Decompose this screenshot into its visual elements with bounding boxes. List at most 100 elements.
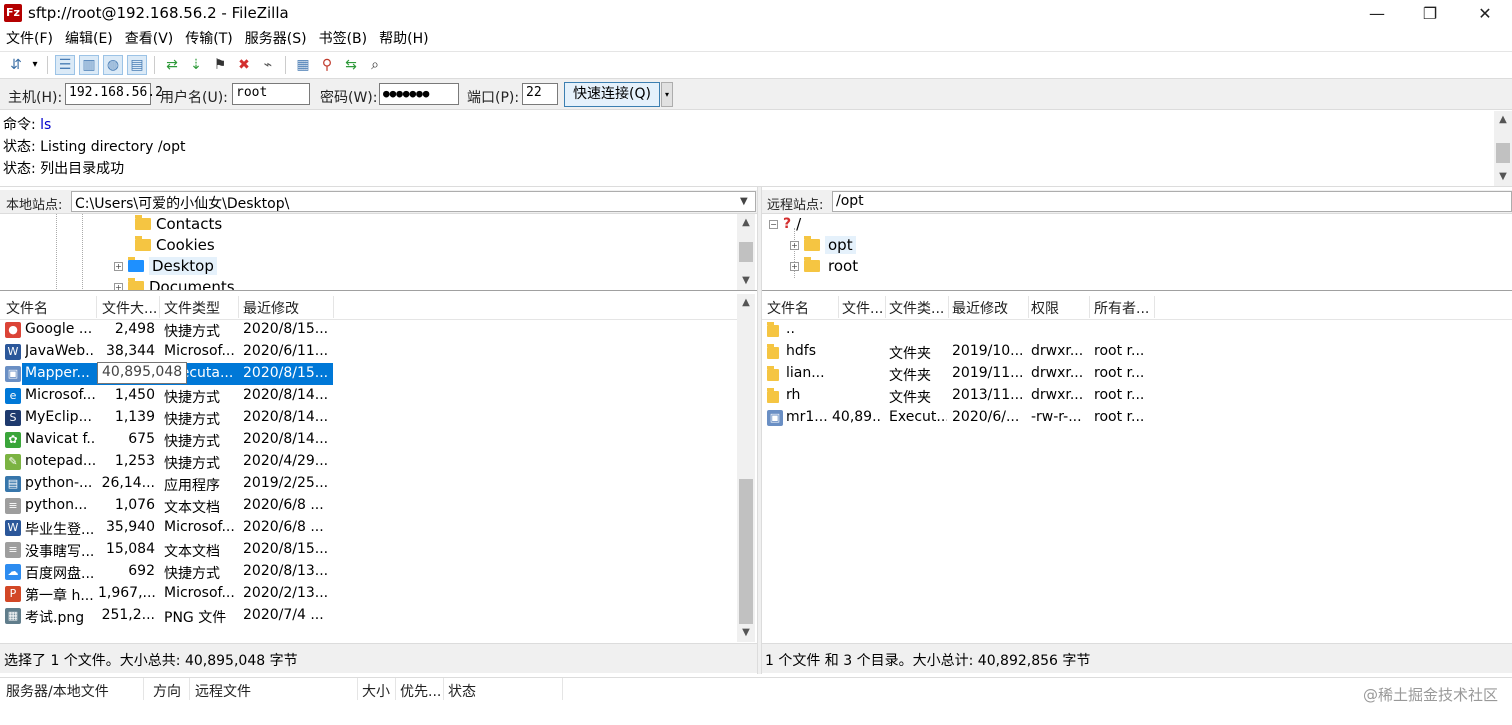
local-list-scrollbar[interactable]: ▲ ▼ xyxy=(737,294,755,642)
table-row[interactable]: ☁ 百度网盘... 692 快捷方式 2020/8/13... xyxy=(0,561,333,583)
menu-transfer[interactable]: 传输(T) xyxy=(179,28,238,50)
column-header-owner[interactable]: 所有者... xyxy=(1094,298,1154,318)
menu-bookmarks[interactable]: 书签(B) xyxy=(313,28,374,50)
scroll-thumb[interactable] xyxy=(739,479,753,624)
filter-icon[interactable]: ▦ xyxy=(293,55,313,75)
table-row[interactable]: ✿ Navicat f... 675 快捷方式 2020/8/14... xyxy=(0,429,333,451)
table-row[interactable]: e Microsof... 1,450 快捷方式 2020/8/14... xyxy=(0,385,333,407)
compare-icon[interactable]: ⚲ xyxy=(317,55,337,75)
queue-header-direction[interactable]: 方向 xyxy=(153,681,181,701)
menu-server[interactable]: 服务器(S) xyxy=(239,28,313,50)
scroll-down-icon[interactable]: ▼ xyxy=(737,624,755,642)
toggle-remote-tree-icon[interactable]: ◍ xyxy=(103,54,123,75)
column-separator[interactable] xyxy=(357,678,358,700)
tree-item-root-dir[interactable]: − ? / xyxy=(769,215,801,233)
expand-icon[interactable]: + xyxy=(790,261,799,271)
column-separator[interactable] xyxy=(1028,296,1029,318)
scroll-thumb[interactable] xyxy=(1496,143,1510,163)
table-row[interactable]: rh 文件夹 2013/11... drwxr... root r... xyxy=(762,385,1154,407)
column-separator[interactable] xyxy=(96,296,97,318)
minimize-button[interactable]: — xyxy=(1352,0,1402,28)
table-row[interactable]: W 毕业生登... 35,940 Microsof... 2020/6/8 ... xyxy=(0,517,333,539)
table-row[interactable]: hdfs 文件夹 2019/10... drwxr... root r... xyxy=(762,341,1154,363)
collapse-icon[interactable]: − xyxy=(769,219,778,229)
local-path-input[interactable]: C:\Users\可爱的小仙女\Desktop\ xyxy=(71,191,756,212)
process-queue-icon[interactable]: ⇣ xyxy=(186,55,206,75)
table-row[interactable]: .. xyxy=(762,319,1154,341)
queue-header-status[interactable]: 状态 xyxy=(448,681,476,701)
table-row[interactable]: ▣ mr1... 40,89... Execut... 2020/6/... -rw-r-… xyxy=(762,407,1154,429)
column-header-size[interactable]: 文件... xyxy=(842,298,884,318)
cancel-icon[interactable]: ✖ xyxy=(234,55,254,75)
column-separator[interactable] xyxy=(395,678,396,700)
scroll-up-icon[interactable]: ▲ xyxy=(737,294,755,312)
site-manager-icon[interactable]: ⇵ xyxy=(6,55,26,75)
queue-header-remote-file[interactable]: 远程文件 xyxy=(195,681,251,701)
search-icon[interactable]: ⌕ xyxy=(365,55,385,75)
table-row[interactable]: ▤ python-... 26,14... 应用程序 2019/2/25... xyxy=(0,473,333,495)
menu-help[interactable]: 帮助(H) xyxy=(373,28,434,50)
column-separator[interactable] xyxy=(238,296,239,318)
tree-item-contacts[interactable]: Contacts xyxy=(135,215,222,233)
local-tree-scrollbar[interactable]: ▲ ▼ xyxy=(737,214,755,290)
column-header-modified[interactable]: 最近修改 xyxy=(952,298,1028,318)
tree-item-root[interactable]: + root xyxy=(790,257,861,275)
expand-icon[interactable]: + xyxy=(114,282,123,290)
sync-browse-icon[interactable]: ⇆ xyxy=(341,55,361,75)
column-header-permissions[interactable]: 权限 xyxy=(1031,298,1089,318)
log-scrollbar[interactable]: ▲ ▼ xyxy=(1494,111,1512,186)
table-row[interactable]: W JavaWeb... 38,344 Microsof... 2020/6/11... xyxy=(0,341,333,363)
tree-item-desktop[interactable]: + Desktop xyxy=(114,257,217,275)
column-separator[interactable] xyxy=(189,678,190,700)
queue-header-size[interactable]: 大小 xyxy=(362,681,390,701)
queue-header-local-file[interactable]: 服务器/本地文件 xyxy=(6,681,109,701)
disconnect-icon[interactable]: ⌁ xyxy=(258,55,278,75)
table-row[interactable]: S MyEclip... 1,139 快捷方式 2020/8/14... xyxy=(0,407,333,429)
column-separator[interactable] xyxy=(159,296,160,318)
scroll-down-icon[interactable]: ▼ xyxy=(737,272,755,290)
column-separator[interactable] xyxy=(143,678,144,700)
password-input[interactable]: ●●●●●●● xyxy=(379,83,459,105)
chevron-down-icon[interactable]: ▼ xyxy=(740,196,748,207)
scroll-up-icon[interactable]: ▲ xyxy=(737,214,755,232)
column-header-type[interactable]: 文件类... xyxy=(889,298,947,318)
column-header-filename[interactable]: 文件名 xyxy=(6,298,94,318)
column-separator[interactable] xyxy=(885,296,886,318)
column-header-modified[interactable]: 最近修改 xyxy=(243,298,331,318)
close-button[interactable]: ✕ xyxy=(1460,0,1510,28)
table-row[interactable]: ▦ 考试.png 251,2... PNG 文件 2020/7/4 ... xyxy=(0,605,333,627)
table-row[interactable]: ≡ 没事瞎写... 15,084 文本文档 2020/8/15... xyxy=(0,539,333,561)
table-row[interactable]: P 第一章 h... 1,967,... Microsof... 2020/2/13..… xyxy=(0,583,333,605)
tree-item-cookies[interactable]: Cookies xyxy=(135,236,215,254)
tree-item-documents[interactable]: + Documents xyxy=(114,278,235,290)
table-row[interactable]: lian... 文件夹 2019/11... drwxr... root r... xyxy=(762,363,1154,385)
refresh-icon[interactable]: ⇄ xyxy=(162,55,182,75)
expand-icon[interactable]: + xyxy=(790,240,799,250)
table-row[interactable]: ≡ python... 1,076 文本文档 2020/6/8 ... xyxy=(0,495,333,517)
remote-path-input[interactable]: /opt xyxy=(832,191,1512,212)
maximize-button[interactable]: ❐ xyxy=(1405,0,1455,28)
column-separator[interactable] xyxy=(443,678,444,700)
port-input[interactable]: 22 xyxy=(522,83,558,105)
toggle-log-icon[interactable]: ☰ xyxy=(55,54,75,75)
tree-item-opt[interactable]: + opt xyxy=(790,236,856,254)
scroll-thumb[interactable] xyxy=(739,242,753,262)
table-row[interactable]: ✎ notepad... 1,253 快捷方式 2020/4/29... xyxy=(0,451,333,473)
column-header-size[interactable]: 文件大... xyxy=(102,298,158,318)
toggle-local-tree-icon[interactable]: ▥ xyxy=(79,54,99,75)
queue-header-priority[interactable]: 优先... xyxy=(400,681,441,701)
column-separator[interactable] xyxy=(1154,296,1155,318)
expand-icon[interactable]: + xyxy=(114,261,123,271)
scroll-down-icon[interactable]: ▼ xyxy=(1494,168,1512,186)
quickconnect-button[interactable]: 快速连接(Q) xyxy=(564,82,660,107)
quickconnect-dropdown-button[interactable]: ▾ xyxy=(661,82,673,107)
menu-edit[interactable]: 编辑(E) xyxy=(59,28,119,50)
toggle-queue-icon[interactable]: ▤ xyxy=(127,54,147,75)
menu-view[interactable]: 查看(V) xyxy=(119,28,180,50)
host-input[interactable]: 192.168.56.2 xyxy=(65,83,163,105)
stop-icon[interactable]: ⚑ xyxy=(210,55,230,75)
column-header-type[interactable]: 文件类型 xyxy=(164,298,236,318)
column-separator[interactable] xyxy=(948,296,949,318)
menu-file[interactable]: 文件(F) xyxy=(0,28,59,50)
column-header-filename[interactable]: 文件名 xyxy=(767,298,837,318)
